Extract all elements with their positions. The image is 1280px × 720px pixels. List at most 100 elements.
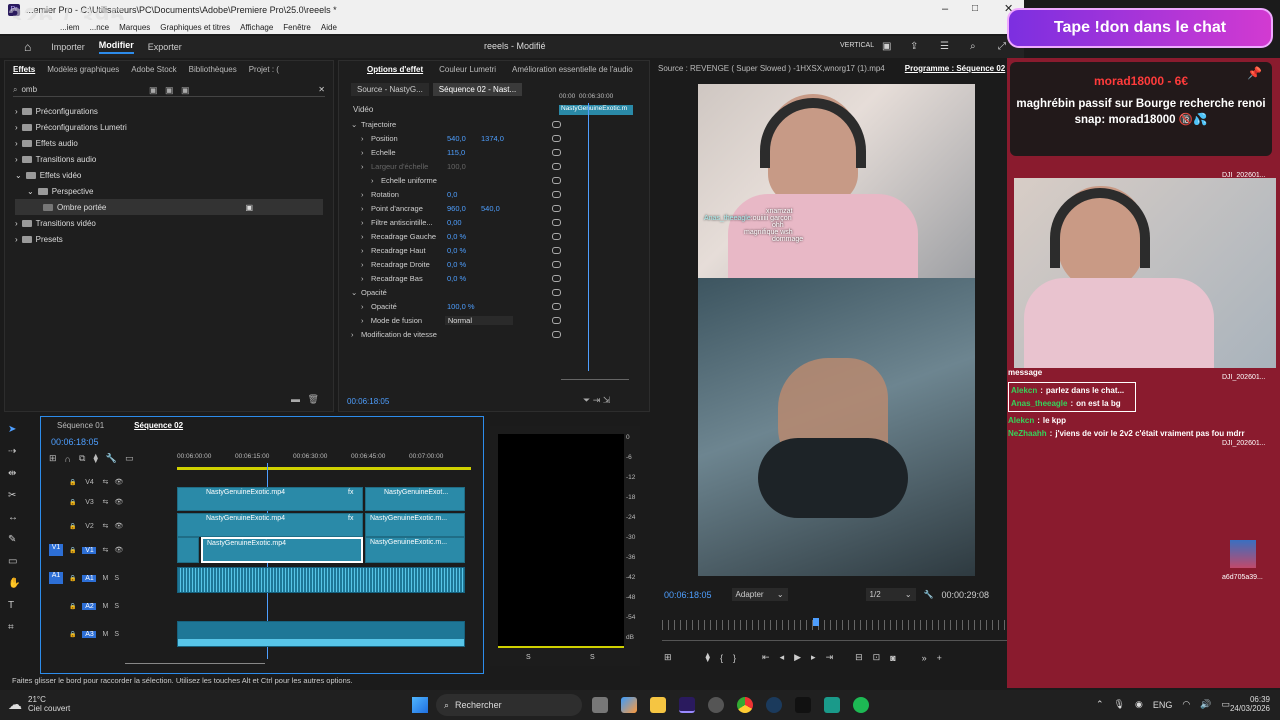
marker-icon[interactable]: ⧫ xyxy=(706,652,710,663)
mini-playhead[interactable] xyxy=(588,103,589,371)
video-clip-selected[interactable]: NastyGenuineExotic.mp4 xyxy=(201,537,363,563)
menu-item[interactable]: ...iem xyxy=(60,23,80,32)
workspace-label[interactable]: VERTICAL xyxy=(840,42,874,49)
maximize-button[interactable]: □ xyxy=(972,3,978,14)
zoom-bar[interactable] xyxy=(662,640,1012,641)
panels-icon[interactable]: ▣ xyxy=(882,41,891,52)
tab-sequence-01[interactable]: Séquence 01 xyxy=(57,421,104,430)
time-ruler[interactable]: 00:06:00:00 00:06:15:00 00:06:30:00 00:06:4… xyxy=(177,453,471,473)
donation-banner[interactable]: Tape !don dans le chat xyxy=(1007,8,1273,48)
effect-property-row[interactable]: › Recadrage Droite 0,0 % xyxy=(351,257,561,271)
effect-property-row[interactable]: › Recadrage Haut 0,0 % xyxy=(351,243,561,257)
marker-icon[interactable]: ⧫ xyxy=(93,453,97,464)
tree-item[interactable]: › Préconfigurations xyxy=(15,103,333,119)
menu-item-aide[interactable]: Aide xyxy=(321,23,337,32)
rectangle-icon[interactable]: ▭ xyxy=(8,556,34,578)
menu-item-affichage[interactable]: Affichage xyxy=(240,23,273,32)
app-icon[interactable] xyxy=(708,697,724,713)
extract-icon[interactable]: ⊡ xyxy=(873,652,881,663)
tab-lumetri[interactable]: Couleur Lumetri xyxy=(439,65,496,74)
effect-property-row[interactable]: › Point d'ancrage 960,0 540,0 xyxy=(351,201,561,215)
video-clip[interactable]: NastyGenuineExotic.mp4 fx xyxy=(177,513,363,537)
effect-property-row[interactable]: › Mode de fusion Normal xyxy=(351,313,562,327)
tab-audio[interactable]: Amélioration essentielle de l'audio xyxy=(512,65,633,74)
filter-icons[interactable]: ▣ ▣ ▣ xyxy=(149,85,190,96)
widgets-icon[interactable] xyxy=(621,697,637,713)
fullscreen-icon[interactable]: ⤢ xyxy=(998,41,1006,52)
settings-icon[interactable]: 🔧 xyxy=(106,453,117,464)
monitor-playhead[interactable] xyxy=(812,618,819,626)
weather-widget[interactable]: ☁ 21°C Ciel couvert xyxy=(8,695,70,713)
tree-item[interactable]: › Transitions audio xyxy=(15,151,333,167)
menu-item-fenetre[interactable]: Fenêtre xyxy=(283,23,311,32)
nest-icon[interactable]: ⊞ xyxy=(49,453,57,464)
selection-tool-icon[interactable]: ➤ xyxy=(8,424,34,446)
resolution-select[interactable]: 1/2 ⌄ xyxy=(865,588,916,601)
chevron-up-icon[interactable]: ⌃ xyxy=(1096,699,1104,710)
audio-clip-a1[interactable] xyxy=(177,567,465,593)
step-forward-icon[interactable]: ▸ xyxy=(811,652,816,663)
minimize-button[interactable]: – xyxy=(942,3,948,15)
effect-property-row[interactable]: › Largeur d'échelle 100,0 xyxy=(351,159,561,173)
volume-icon[interactable]: 🔊 xyxy=(1200,699,1211,710)
tab-source[interactable]: Source : REVENGE ( Super Slowed ) -1HXSX… xyxy=(658,64,885,73)
tree-item[interactable]: ⌄ Effets vidéo xyxy=(15,167,333,183)
filter-icon[interactable]: ⏷ ⇥ ⇲ xyxy=(583,395,610,406)
audio-clip-a3[interactable] xyxy=(177,621,465,647)
type-icon[interactable]: T xyxy=(8,600,34,622)
track-header-v4[interactable]: 🔒 V4 ⇆ 👁 xyxy=(49,475,123,489)
tree-item[interactable]: › Préconfigurations Lumetri xyxy=(15,119,333,135)
track-header-v3[interactable]: 🔒 V3 ⇆ 👁 xyxy=(49,495,123,509)
zoom-scrollbar[interactable] xyxy=(561,379,629,380)
tree-item[interactable]: › Transitions vidéo xyxy=(15,215,333,231)
effect-property-row[interactable]: › Position 540,0 1374,0 xyxy=(351,131,561,145)
video-clip[interactable]: NastyGenuineExotic.m... xyxy=(365,537,465,563)
effect-property-row[interactable]: › Modification de vitesse xyxy=(351,327,561,341)
effect-property-row[interactable]: › Echelle uniforme xyxy=(351,173,561,187)
tree-item[interactable]: ⌄ Perspective xyxy=(15,183,333,199)
steam-icon[interactable] xyxy=(766,697,782,713)
grid-icon[interactable]: ⊞ xyxy=(664,652,672,663)
hand-icon[interactable]: ✋ xyxy=(8,578,34,600)
effect-property-row[interactable]: ⌄ Trajectoire xyxy=(351,117,561,131)
app-tray-icon[interactable]: ◉ xyxy=(1135,699,1143,710)
tab-projet[interactable]: Projet : ( xyxy=(249,65,279,74)
effect-property-row[interactable]: › Rotation 0,0 xyxy=(351,187,561,201)
timeline-zoom-bar[interactable] xyxy=(125,663,265,664)
more-icon[interactable]: » xyxy=(922,653,927,663)
tab-adobe-stock[interactable]: Adobe Stock xyxy=(131,65,176,74)
tree-item[interactable]: › Presets xyxy=(15,231,333,247)
explorer-icon[interactable] xyxy=(650,697,666,713)
menu-icon[interactable]: ☰ xyxy=(940,41,949,52)
video-clip[interactable]: NastyGenuineExotic.mp4 fx xyxy=(177,487,363,511)
tab-effets[interactable]: Effets xyxy=(13,65,35,74)
caption-icon[interactable]: ⌗ xyxy=(8,622,34,644)
wifi-icon[interactable]: ◠ xyxy=(1182,699,1190,710)
chrome-icon[interactable] xyxy=(737,697,753,713)
language-indicator[interactable]: ENG xyxy=(1153,700,1173,710)
app-icon[interactable] xyxy=(824,697,840,713)
monitor-scrubber[interactable] xyxy=(662,618,1012,630)
video-clip[interactable]: NastyGenuineExotic.m... xyxy=(365,513,465,537)
task-view-icon[interactable] xyxy=(592,697,608,713)
menu-item[interactable]: ...nce xyxy=(90,23,110,32)
track-header-v1[interactable]: V1 🔒 V1 ⇆ 👁 xyxy=(49,543,123,557)
tab-modeles[interactable]: Modèles graphiques xyxy=(47,65,119,74)
tiktok-icon[interactable] xyxy=(795,697,811,713)
menu-item-marques[interactable]: Marques xyxy=(119,23,150,32)
start-icon[interactable] xyxy=(412,697,428,713)
effect-property-row[interactable]: › Filtre antiscintille... 0,00 xyxy=(351,215,561,229)
home-icon[interactable]: ⌂ xyxy=(24,40,31,54)
camera-icon[interactable]: ◙ xyxy=(890,653,895,663)
snap-icon[interactable]: ∩ xyxy=(65,454,71,464)
track-header-a3[interactable]: 🔒 A3 M S xyxy=(49,627,119,641)
clock[interactable]: 06:39 24/03/2026 xyxy=(1222,695,1270,713)
taskbar-search[interactable]: ⌕ Rechercher xyxy=(436,694,582,716)
step-back-icon[interactable]: ◂ xyxy=(780,652,785,663)
captions-icon[interactable]: ▭ xyxy=(125,453,134,464)
linked-icon[interactable]: ⧉ xyxy=(79,453,85,464)
track-select-icon[interactable]: ⇢ xyxy=(8,446,34,468)
file-thumbnail[interactable] xyxy=(1230,540,1256,568)
mic-muted-icon[interactable]: 🎙 xyxy=(1114,699,1125,710)
tree-item-selected[interactable]: Ombre portée ▣ xyxy=(15,199,323,215)
